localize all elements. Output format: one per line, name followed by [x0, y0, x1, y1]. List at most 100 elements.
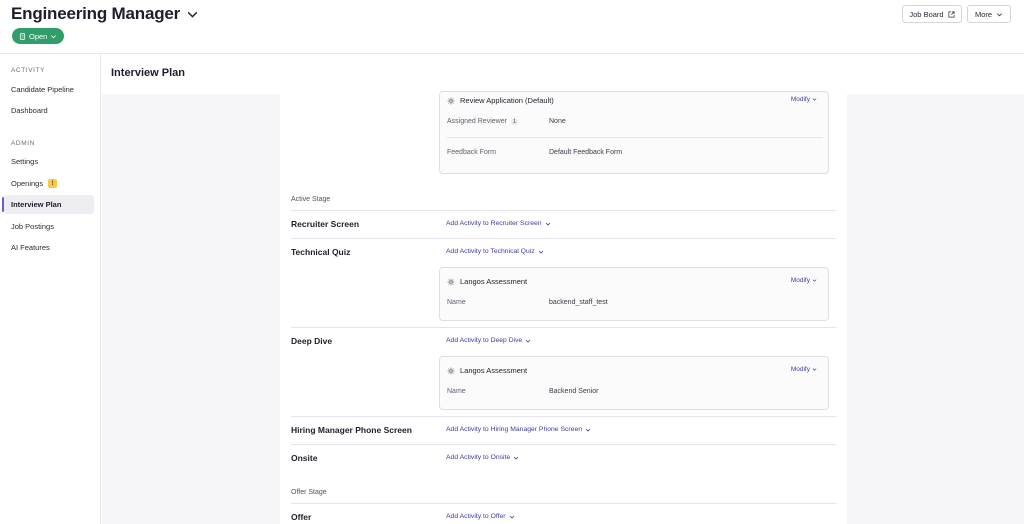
- divider: [447, 137, 823, 138]
- chevron-down-icon: [187, 11, 198, 18]
- divider: [291, 238, 836, 239]
- chevron-down-icon: [997, 12, 1003, 16]
- sidebar-item-label: Candidate Pipeline: [11, 85, 74, 94]
- offer-stage-label: Offer Stage: [291, 489, 327, 496]
- modify-label: Modify: [790, 366, 810, 373]
- assigned-reviewer-key: Assigned Reviewer 1: [447, 118, 519, 125]
- sidebar-item-label: Interview Plan: [11, 200, 62, 209]
- job-title-dropdown[interactable]: Engineering Manager: [11, 4, 199, 24]
- feedback-form-value: Default Feedback Form: [549, 149, 623, 156]
- add-activity-label: Add Activity to Hiring Manager Phone Scr…: [446, 426, 583, 433]
- job-board-label: Job Board: [909, 9, 944, 19]
- document-icon: [19, 32, 26, 40]
- add-activity-label: Add Activity to Onsite: [446, 454, 511, 461]
- sidebar-item-label: AI Features: [11, 243, 50, 252]
- stage-deep-dive: Deep Dive: [291, 336, 333, 346]
- status-dropdown[interactable]: Open: [12, 28, 65, 44]
- card-title: Langos Assessment: [460, 366, 528, 375]
- sidebar-item-settings[interactable]: Settings: [4, 152, 94, 171]
- add-activity-offer[interactable]: Add Activity to Offer: [446, 513, 515, 520]
- chevron-down-icon: [545, 222, 550, 226]
- status-label: Open: [29, 31, 48, 41]
- add-activity-label: Add Activity to Deep Dive: [446, 337, 523, 344]
- page-title: Interview Plan: [111, 67, 185, 79]
- sidebar-item-label: Settings: [11, 157, 39, 166]
- chevron-down-icon: [585, 428, 591, 432]
- stage-hiring-manager-phone-screen: Hiring Manager Phone Screen: [291, 425, 412, 435]
- main-area: Interview Plan Review Application (Defau…: [102, 54, 1024, 524]
- job-board-button[interactable]: Job Board: [902, 5, 962, 23]
- sidebar-item-label: Job Postings: [11, 222, 54, 231]
- add-activity-label: Add Activity to Recruiter Screen: [446, 220, 542, 227]
- add-activity-onsite[interactable]: Add Activity to Onsite: [446, 454, 519, 461]
- stage-offer: Offer: [291, 512, 312, 522]
- sidebar-item-label: Dashboard: [11, 106, 48, 115]
- divider: [291, 327, 836, 328]
- external-link-icon: [948, 11, 955, 17]
- name-key: Name: [447, 388, 466, 395]
- field-label: Name: [447, 299, 466, 306]
- sidebar: ACTIVITY Candidate Pipeline Dashboard AD…: [0, 54, 101, 524]
- field-label: Assigned Reviewer: [447, 118, 507, 125]
- chevron-down-icon: [538, 250, 543, 254]
- stage-technical-quiz: Technical Quiz: [291, 247, 351, 257]
- modify-label: Modify: [790, 96, 810, 103]
- field-label: Name: [447, 388, 466, 395]
- job-title: Engineering Manager: [11, 4, 181, 23]
- stage-recruiter-screen: Recruiter Screen: [291, 219, 360, 229]
- chevron-down-icon: [509, 515, 514, 519]
- modify-button[interactable]: Modify: [791, 277, 817, 284]
- more-button[interactable]: More: [967, 5, 1011, 23]
- add-activity-label: Add Activity to Offer: [446, 513, 506, 520]
- sidebar-item-candidate-pipeline[interactable]: Candidate Pipeline: [4, 80, 94, 99]
- divider: [291, 416, 836, 417]
- feedback-form-key: Feedback Form: [447, 149, 496, 156]
- divider: [291, 444, 836, 445]
- chevron-down-icon: [526, 339, 531, 343]
- name-value: backend_staff_test: [549, 299, 608, 306]
- sidebar-item-job-postings[interactable]: Job Postings: [4, 217, 94, 236]
- modify-button[interactable]: Modify: [791, 96, 817, 103]
- modify-label: Modify: [790, 277, 810, 284]
- card-header: Langos Assessment: [447, 277, 527, 286]
- active-stage-label: Active Stage: [291, 196, 331, 203]
- card-title: Review Application (Default): [460, 96, 554, 105]
- add-activity-recruiter-screen[interactable]: Add Activity to Recruiter Screen: [446, 220, 551, 227]
- card-title: Langos Assessment: [460, 277, 528, 286]
- sidebar-item-openings[interactable]: Openings !: [4, 174, 94, 193]
- interview-plan-panel[interactable]: Review Application (Default) Modify Assi…: [280, 91, 847, 524]
- review-application-card: Review Application (Default) Modify Assi…: [439, 91, 829, 174]
- technical-quiz-activity-card: Langos Assessment Modify Name backend_st…: [439, 267, 829, 321]
- assigned-reviewer-value: None: [549, 118, 566, 125]
- divider: [291, 503, 836, 504]
- chevron-down-icon: [812, 368, 817, 371]
- sidebar-section-admin: ADMIN: [11, 140, 35, 147]
- sidebar-item-label: Openings: [11, 179, 44, 188]
- name-value: Backend Senior: [549, 388, 599, 395]
- add-activity-technical-quiz[interactable]: Add Activity to Technical Quiz: [446, 248, 544, 255]
- deep-dive-activity-card: Langos Assessment Modify Name Backend Se…: [439, 356, 829, 410]
- name-key: Name: [447, 299, 466, 306]
- field-label: Feedback Form: [447, 149, 497, 156]
- divider: [291, 210, 836, 211]
- chevron-down-icon: [812, 98, 817, 101]
- add-activity-deep-dive[interactable]: Add Activity to Deep Dive: [446, 337, 531, 344]
- top-bar: Engineering Manager Open Job Board More: [0, 0, 1024, 54]
- exclamation-icon: !: [48, 179, 58, 188]
- chevron-down-icon: [51, 34, 57, 38]
- add-activity-hiring-manager-phone-screen[interactable]: Add Activity to Hiring Manager Phone Scr…: [446, 426, 591, 433]
- main-header: Interview Plan: [102, 54, 1024, 94]
- sidebar-item-interview-plan[interactable]: Interview Plan: [2, 195, 94, 214]
- chevron-down-icon: [812, 279, 817, 282]
- add-activity-label: Add Activity to Technical Quiz: [446, 248, 535, 255]
- sidebar-item-ai-features[interactable]: AI Features: [4, 238, 94, 257]
- stage-onsite: Onsite: [291, 453, 318, 463]
- chevron-down-icon: [513, 456, 519, 460]
- gear-icon: [447, 97, 455, 104]
- sidebar-item-dashboard[interactable]: Dashboard: [4, 101, 94, 120]
- modify-button[interactable]: Modify: [791, 366, 817, 373]
- sidebar-section-activity: ACTIVITY: [11, 67, 46, 74]
- more-label: More: [974, 9, 993, 19]
- reviewer-count-badge: 1: [510, 118, 519, 125]
- gear-icon: [447, 278, 455, 285]
